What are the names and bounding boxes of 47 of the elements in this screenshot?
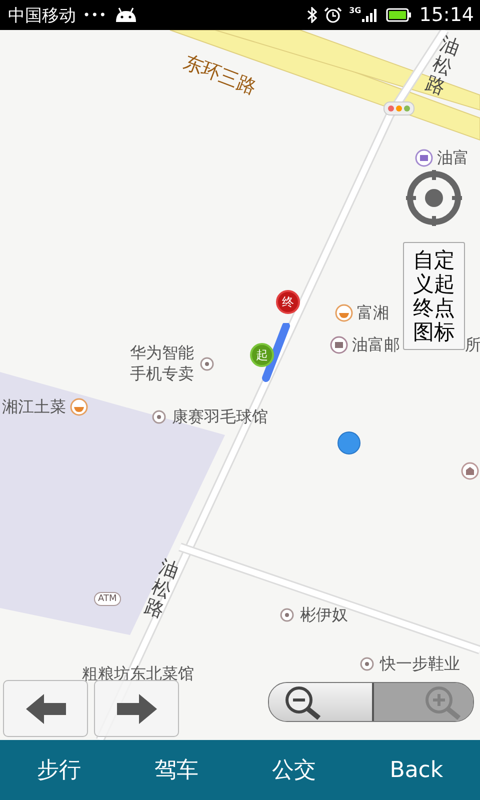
place-label: 华为智能手机专卖 (130, 343, 194, 385)
location-dot (336, 430, 362, 456)
road-label: 油松路 (142, 556, 182, 622)
carrier-name: 中国移动 (8, 4, 76, 26)
nav-button[interactable]: 驾车 (140, 747, 212, 793)
end-marker: 终 (276, 290, 300, 314)
poi-dot-icon (278, 606, 296, 624)
place-label: 彬伊奴 (300, 605, 348, 626)
zoom-out-icon (283, 684, 323, 720)
left-arrow-icon (24, 692, 68, 726)
place-label: 油富 (437, 148, 469, 169)
place-label: 康赛羽毛球馆 (172, 407, 268, 428)
signal-icon (361, 7, 380, 23)
target-icon (404, 168, 464, 228)
poi-dot-icon (150, 408, 168, 426)
place-label: 湘江土菜 (2, 397, 66, 418)
envelope-icon (330, 336, 348, 354)
alarm-icon (324, 6, 342, 24)
bluetooth-icon (307, 7, 318, 23)
nav-button[interactable]: 公交 (258, 747, 330, 793)
next-button[interactable] (94, 680, 179, 737)
atm-icon: ATM (94, 592, 121, 606)
clock-time: 15:14 (419, 4, 474, 26)
place-label: 所 (465, 335, 480, 356)
zoom-out-button[interactable] (269, 683, 372, 721)
network-type: 3G (349, 7, 362, 15)
nav-button[interactable]: 步行 (22, 747, 95, 793)
poi-dot-icon (198, 354, 216, 373)
previous-button[interactable] (3, 680, 88, 737)
poi-dot-icon (358, 655, 376, 674)
road-label: 油松路 (422, 34, 462, 100)
notification-dots: ••• (83, 8, 108, 22)
place-label: 油富邮 (352, 335, 400, 356)
zoom-in-icon (423, 684, 463, 720)
battery-icon (386, 7, 412, 23)
custom-icon-button[interactable]: 自定义起终点图标 (403, 242, 465, 350)
place-label: 快一步鞋业 (380, 654, 460, 675)
right-arrow-icon (114, 692, 158, 726)
bowl-icon (335, 304, 353, 322)
start-marker: 起 (250, 343, 274, 367)
place-label: 富湘 (357, 303, 389, 324)
hotel-icon (415, 149, 433, 168)
shop-icon (461, 462, 479, 480)
road-label: 东环三路 (180, 52, 259, 99)
nav-button[interactable]: Back (376, 750, 458, 790)
bowl-icon (70, 398, 88, 416)
android-icon (114, 7, 138, 23)
